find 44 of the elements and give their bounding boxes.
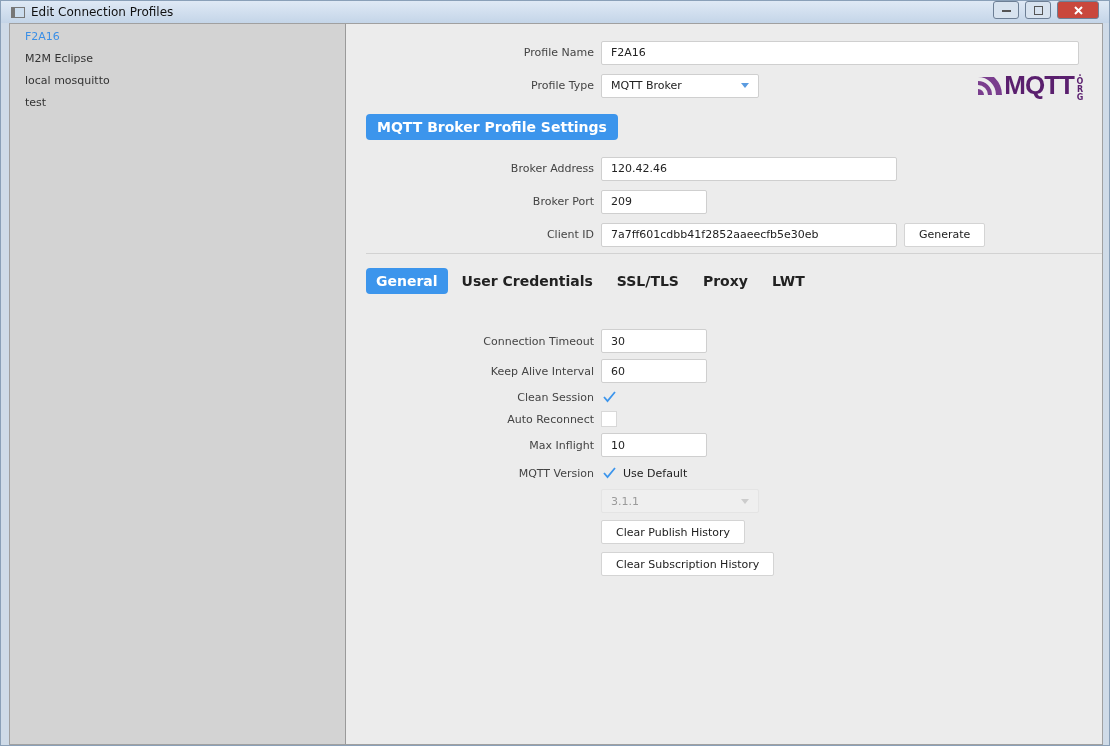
- field-label: Profile Type: [530, 79, 595, 92]
- checkbox-label: Use Default: [623, 466, 688, 480]
- field-label: Connection Timeout: [482, 334, 595, 348]
- text-field[interactable]: 10: [601, 433, 707, 457]
- field-label: Auto Reconnect: [506, 412, 595, 426]
- generate-button[interactable]: Generate: [904, 222, 986, 247]
- profile-type-dropdown[interactable]: MQTT Broker: [601, 73, 759, 98]
- profile-item[interactable]: test: [10, 92, 345, 114]
- tab[interactable]: LWT: [761, 268, 815, 294]
- text-field[interactable]: 7a7ff601cdbb41f2852aaeecfb5e30eb: [601, 222, 897, 247]
- text-field[interactable]: 209: [601, 189, 707, 214]
- dropdown-caret-icon: [741, 498, 749, 504]
- profile-item[interactable]: local mosquitto: [10, 70, 345, 92]
- field-label: Clean Session: [516, 390, 595, 404]
- clear-history-button[interactable]: Clear Subscription History: [601, 552, 775, 576]
- maximize-button[interactable]: [1025, 1, 1051, 19]
- minimize-icon: [1001, 8, 1011, 12]
- field-label: MQTT Version: [517, 466, 595, 480]
- clear-history-button[interactable]: Clear Publish History: [601, 520, 746, 544]
- close-icon: [1073, 5, 1083, 15]
- checkbox[interactable]: [601, 411, 617, 427]
- tab[interactable]: Proxy: [692, 268, 758, 294]
- close-button[interactable]: [1057, 1, 1099, 19]
- minimize-button[interactable]: [993, 1, 1019, 19]
- checkbox[interactable]: [601, 389, 617, 405]
- field-label: Broker Port: [531, 195, 595, 208]
- text-field[interactable]: 120.42.46: [601, 156, 897, 181]
- section-heading: MQTT Broker Profile Settings: [366, 114, 618, 140]
- field-label: Max Inflight: [528, 438, 595, 452]
- checkbox[interactable]: [601, 465, 617, 481]
- profile-name-field[interactable]: F2A16: [601, 40, 1079, 65]
- window-title: Edit Connection Profiles: [31, 5, 175, 19]
- tab[interactable]: SSL/TLS: [606, 268, 689, 294]
- field-label: Broker Address: [509, 162, 595, 175]
- window-icon: [11, 6, 25, 18]
- field-label: Client ID: [545, 228, 595, 241]
- text-field[interactable]: 30: [601, 329, 707, 353]
- text-field[interactable]: 60: [601, 359, 707, 383]
- profile-item[interactable]: M2M Eclipse: [10, 48, 345, 70]
- tab[interactable]: User Credentials: [451, 268, 603, 294]
- maximize-icon: [1033, 5, 1043, 15]
- field-label: Profile Name: [522, 46, 595, 59]
- dropdown-caret-icon: [741, 83, 749, 88]
- field-label: Keep Alive Interval: [489, 364, 595, 378]
